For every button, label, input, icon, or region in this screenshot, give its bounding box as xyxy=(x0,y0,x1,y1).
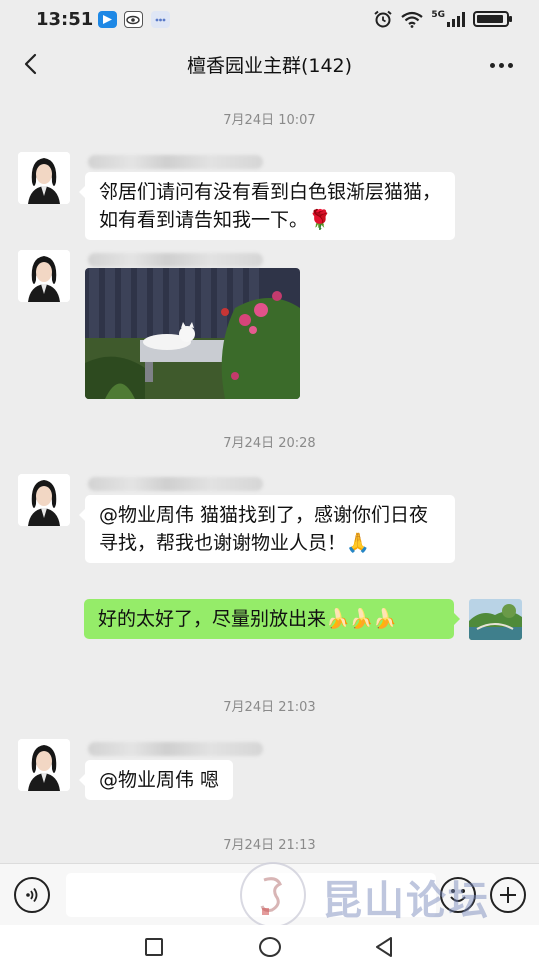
voice-button[interactable] xyxy=(14,877,50,913)
plus-button[interactable] xyxy=(490,877,526,913)
message-timestamp: 7月24日 21:13 xyxy=(223,838,316,853)
message-bubble[interactable]: 邻居们请问有没有看到白色银渐层猫猫，如有看到请告知我一下。🌹 xyxy=(79,172,455,240)
sender-name-blurred xyxy=(88,477,263,491)
message-timestamp: 7月24日 20:28 xyxy=(223,436,316,451)
sender-name-blurred xyxy=(88,253,263,267)
self-avatar[interactable] xyxy=(469,599,522,640)
status-time: 13:51 xyxy=(36,9,94,30)
voice-icon xyxy=(26,887,38,903)
message-bubble[interactable]: @物业周伟 猫猫找到了，感谢你们日夜寻找，帮我也谢谢物业人员！🙏 xyxy=(79,495,455,563)
avatar[interactable] xyxy=(18,474,70,526)
alarm-icon xyxy=(374,10,392,28)
chevron-left-icon xyxy=(24,53,37,75)
watermark-text: 昆山论坛 xyxy=(322,877,490,924)
chat-header: 檀香园业主群(142) xyxy=(0,38,539,90)
sender-name-blurred xyxy=(88,742,263,756)
avatar[interactable] xyxy=(18,739,70,791)
system-nav-bar xyxy=(0,925,539,970)
watermark-seal-logo xyxy=(240,862,306,928)
status-icons: 5G xyxy=(373,10,512,28)
app-notification-icon xyxy=(98,11,117,28)
chat-app-icon xyxy=(151,11,170,28)
network-label: 5G xyxy=(431,10,445,20)
more-button[interactable] xyxy=(483,50,519,80)
self-message-bubble[interactable]: 好的太好了，尽量别放出来🍌🍌🍌 xyxy=(84,599,460,639)
message-timestamp: 7月24日 21:03 xyxy=(223,700,316,715)
back-button[interactable] xyxy=(14,48,46,80)
group-title: 檀香园业主群(142) xyxy=(186,55,353,77)
eye-app-icon xyxy=(124,11,143,28)
sender-name-blurred xyxy=(88,155,263,169)
white-cat-on-bench-photo[interactable] xyxy=(85,268,300,399)
wifi-icon xyxy=(401,11,424,28)
battery-icon xyxy=(473,11,512,27)
message-bubble[interactable]: @物业周伟 嗯 xyxy=(78,760,234,800)
back-triangle-icon[interactable] xyxy=(372,935,396,959)
home-icon[interactable] xyxy=(259,937,281,957)
status-bar: 13:51 5G xyxy=(0,0,539,38)
recent-apps-icon[interactable] xyxy=(145,938,163,956)
signal-icon xyxy=(447,11,465,27)
avatar[interactable] xyxy=(18,152,70,204)
more-dots-icon xyxy=(489,62,495,68)
avatar[interactable] xyxy=(18,250,70,302)
message-timestamp: 7月24日 10:07 xyxy=(223,113,316,128)
